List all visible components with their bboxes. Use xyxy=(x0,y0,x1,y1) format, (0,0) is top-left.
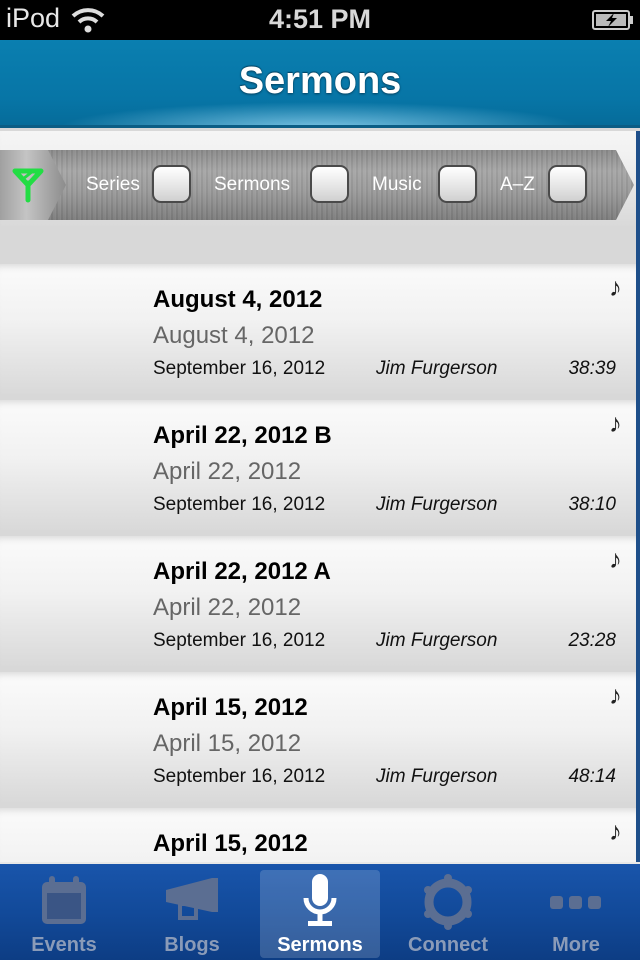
tab-label: Connect xyxy=(408,934,488,956)
filter-label-a-z: A–Z xyxy=(500,174,535,195)
sermon-list[interactable]: September 16, 2012 Jim Furgerson 66:31 ♪… xyxy=(0,131,640,862)
more-dots-icon xyxy=(512,874,640,932)
megaphone-icon xyxy=(128,874,256,932)
sermon-speaker: Jim Furgerson xyxy=(376,630,498,651)
sermon-speaker: Jim Furgerson xyxy=(376,766,498,787)
sermon-duration: 38:10 xyxy=(568,494,616,515)
sermon-subtitle: April 22, 2012 xyxy=(153,458,302,485)
sermon-date: September 16, 2012 xyxy=(153,766,326,787)
sermon-speaker: Jim Furgerson xyxy=(376,358,498,379)
sermon-duration: 38:39 xyxy=(568,358,616,379)
sermon-row[interactable]: April 15, 2012 April 15, 2012 September … xyxy=(0,672,636,802)
navigation-bar: Sermons xyxy=(0,40,640,128)
music-note-icon: ♪ xyxy=(609,272,622,302)
sermon-duration: 23:28 xyxy=(568,630,616,651)
microphone-icon xyxy=(256,874,384,932)
sermon-speaker: Jim Furgerson xyxy=(376,494,498,515)
tab-events[interactable]: Events xyxy=(0,864,128,960)
filter-bar: Series Sermons Music A–Z xyxy=(0,150,640,220)
tab-label: Sermons xyxy=(277,934,363,956)
music-note-icon: ♪ xyxy=(609,544,622,574)
sermon-subtitle: April 15, 2012 xyxy=(153,730,302,757)
tab-label: More xyxy=(552,934,600,956)
sermon-date: September 16, 2012 xyxy=(153,494,326,515)
filter-funnel-icon xyxy=(12,168,44,203)
sermon-subtitle: April 22, 2012 xyxy=(153,594,302,621)
page-title: Sermons xyxy=(238,60,402,102)
sermon-title: April 15, 2012 xyxy=(153,694,308,721)
calendar-icon xyxy=(0,874,128,932)
sermon-row[interactable]: April 15, 2012 ♪ xyxy=(0,808,636,862)
filter-checkbox-a-z[interactable] xyxy=(548,165,587,203)
sermon-duration: 48:14 xyxy=(568,766,616,787)
music-note-icon: ♪ xyxy=(609,131,622,132)
tab-connect[interactable]: Connect xyxy=(384,864,512,960)
status-bar: iPod 4:51 PM xyxy=(0,0,640,40)
music-note-icon: ♪ xyxy=(609,816,622,846)
clock: 4:51 PM xyxy=(268,4,372,34)
tab-bar: Events Blogs Sermons Connect More xyxy=(0,862,640,960)
filter-label-series: Series xyxy=(86,174,140,195)
filter-checkbox-music[interactable] xyxy=(438,165,477,203)
people-circle-icon xyxy=(384,874,512,932)
sermon-row[interactable]: August 4, 2012 August 4, 2012 September … xyxy=(0,264,636,394)
list-edge xyxy=(636,131,640,862)
sermon-title: August 4, 2012 xyxy=(153,286,323,313)
music-note-icon: ♪ xyxy=(609,680,622,710)
filter-checkbox-series[interactable] xyxy=(152,165,191,203)
tab-sermons[interactable]: Sermons xyxy=(256,864,384,960)
music-note-icon: ♪ xyxy=(609,408,622,438)
sermon-title: April 15, 2012 xyxy=(153,830,308,857)
tab-blogs[interactable]: Blogs xyxy=(128,864,256,960)
sermon-row[interactable]: April 22, 2012 A April 22, 2012 Septembe… xyxy=(0,536,636,666)
battery-charging-icon xyxy=(592,9,634,31)
sermon-title: April 22, 2012 B xyxy=(153,422,332,449)
tab-label: Blogs xyxy=(164,934,220,956)
filter-checkbox-sermons[interactable] xyxy=(310,165,349,203)
sermon-subtitle: August 4, 2012 xyxy=(153,322,315,349)
tab-more[interactable]: More xyxy=(512,864,640,960)
sermon-date: September 16, 2012 xyxy=(153,630,326,651)
sermon-row[interactable]: April 22, 2012 B April 22, 2012 Septembe… xyxy=(0,400,636,530)
sermon-title: April 22, 2012 A xyxy=(153,558,331,585)
tab-label: Events xyxy=(31,934,97,956)
filter-label-sermons: Sermons xyxy=(214,174,291,195)
sermon-date: September 16, 2012 xyxy=(153,358,326,379)
filter-label-music: Music xyxy=(372,174,422,195)
